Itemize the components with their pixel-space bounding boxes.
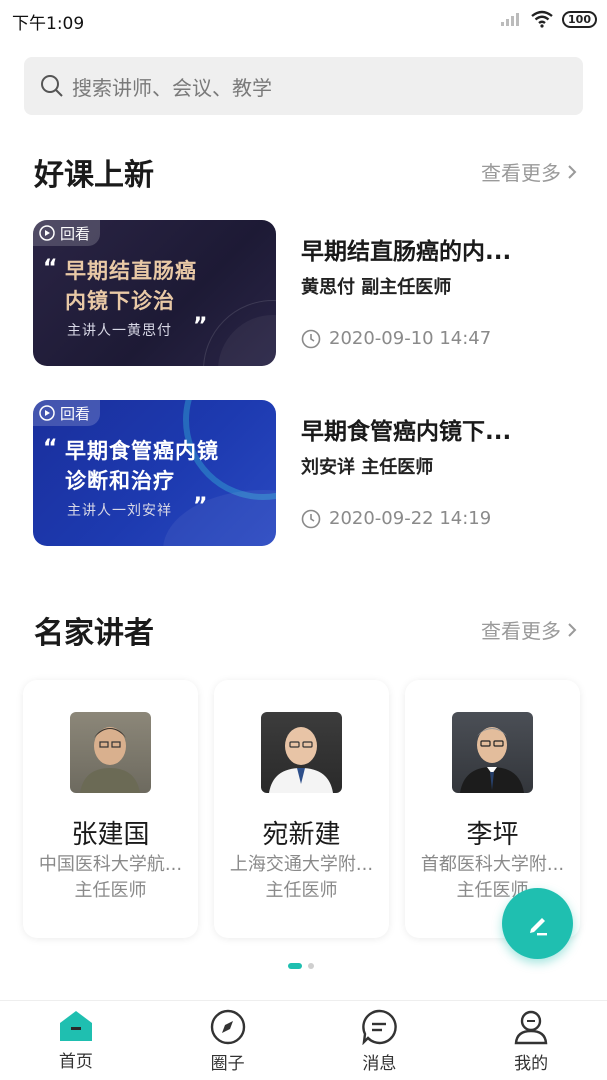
status-icons: 100	[500, 10, 597, 28]
course-card[interactable]: 回看 “ 早期食管癌内镜 诊断和治疗 主讲人一刘安祥 ” 早期食管癌内镜下...…	[33, 400, 583, 546]
course-time: 2020-09-10 14:47	[301, 328, 491, 349]
thumbnail-title: 早期食管癌内镜 诊断和治疗	[65, 436, 219, 496]
status-time: 下午1:09	[12, 14, 85, 34]
course-teacher: 黄思付 副主任医师	[301, 277, 452, 298]
section-title-new-courses: 好课上新	[34, 158, 154, 193]
search-input[interactable]: 搜索讲师、会议、教学	[24, 57, 583, 115]
see-more-courses-button[interactable]: 查看更多	[481, 157, 577, 186]
nav-label-circle: 圈子	[210, 1054, 245, 1074]
wifi-icon	[531, 10, 553, 28]
nav-item-circle[interactable]: 圈子	[152, 1001, 304, 1080]
quote-close-icon: ”	[193, 314, 208, 339]
play-icon	[39, 405, 55, 421]
chevron-right-icon	[568, 622, 577, 637]
search-icon	[41, 75, 63, 97]
course-thumbnail: 回看 “ 早期结直肠癌 内镜下诊治 主讲人一黄思付 ”	[33, 220, 276, 366]
clock-icon	[301, 509, 321, 528]
course-teacher: 刘安详 主任医师	[301, 457, 434, 478]
signal-icon	[501, 13, 520, 26]
expert-name: 张建国	[71, 820, 150, 850]
course-title: 早期结直肠癌的内...	[301, 239, 512, 265]
nav-label-messages: 消息	[362, 1054, 397, 1074]
chevron-right-icon	[568, 164, 577, 179]
bottom-navigation: 首页 圈子 消息 我的	[0, 1000, 607, 1080]
expert-organization: 首都医科大学附...	[420, 854, 565, 875]
avatar-photo	[460, 727, 524, 793]
avatar	[452, 712, 533, 793]
play-icon	[39, 225, 55, 241]
course-time-text: 2020-09-22 14:19	[329, 508, 492, 529]
quote-close-icon: ”	[193, 494, 208, 519]
home-icon	[59, 1011, 92, 1041]
status-bar: 下午1:09 100	[0, 0, 607, 40]
nav-item-messages[interactable]: 消息	[304, 1001, 456, 1080]
decoration	[163, 490, 276, 546]
nav-label-home: 首页	[58, 1052, 93, 1072]
replay-badge: 回看	[33, 220, 101, 246]
thumbnail-speaker: 主讲人一刘安祥	[67, 503, 172, 519]
expert-title: 主任医师	[265, 880, 338, 901]
quote-open-icon: “	[43, 436, 58, 461]
expert-name: 李坪	[466, 820, 519, 850]
carousel-dot-active[interactable]	[288, 963, 302, 969]
chat-icon	[362, 1009, 398, 1045]
carousel-dot[interactable]	[308, 963, 314, 969]
clock-icon	[301, 329, 321, 348]
edit-icon	[529, 917, 547, 935]
replay-label: 回看	[60, 404, 91, 423]
thumbnail-title-line2: 内镜下诊治	[65, 289, 175, 313]
nav-label-profile: 我的	[514, 1054, 549, 1074]
avatar-photo	[80, 727, 140, 793]
expert-title: 主任医师	[74, 880, 147, 901]
course-card[interactable]: 回看 “ 早期结直肠癌 内镜下诊治 主讲人一黄思付 ” 早期结直肠癌的内... …	[33, 220, 583, 366]
see-more-experts-button[interactable]: 查看更多	[481, 615, 577, 644]
thumbnail-speaker: 主讲人一黄思付	[67, 323, 172, 339]
replay-label: 回看	[60, 224, 91, 243]
expert-organization: 上海交通大学附...	[229, 854, 374, 875]
thumbnail-title: 早期结直肠癌 内镜下诊治	[65, 256, 197, 316]
battery-indicator: 100	[562, 10, 597, 28]
see-more-label: 查看更多	[481, 161, 561, 185]
thumbnail-title-line1: 早期结直肠癌	[65, 259, 197, 283]
avatar	[261, 712, 342, 793]
expert-card[interactable]: 宛新建 上海交通大学附... 主任医师	[214, 680, 389, 938]
thumbnail-title-line1: 早期食管癌内镜	[65, 439, 219, 463]
expert-card[interactable]: 张建国 中国医科大学航... 主任医师	[23, 680, 198, 938]
thumbnail-title-line2: 诊断和治疗	[65, 469, 175, 493]
expert-organization: 中国医科大学航...	[38, 854, 183, 875]
see-more-label: 查看更多	[481, 619, 561, 643]
person-icon	[514, 1010, 548, 1045]
avatar-photo	[269, 727, 333, 793]
carousel-indicator	[288, 963, 314, 969]
section-title-experts: 名家讲者	[34, 616, 154, 651]
search-placeholder: 搜索讲师、会议、教学	[72, 75, 272, 100]
compass-icon	[210, 1009, 245, 1045]
nav-item-profile[interactable]: 我的	[455, 1001, 607, 1080]
quote-open-icon: “	[43, 256, 58, 281]
course-time-text: 2020-09-10 14:47	[329, 328, 492, 349]
course-title: 早期食管癌内镜下...	[301, 419, 512, 445]
course-time: 2020-09-22 14:19	[301, 508, 491, 529]
nav-item-home[interactable]: 首页	[0, 1001, 152, 1080]
expert-name: 宛新建	[262, 820, 341, 850]
course-thumbnail: 回看 “ 早期食管癌内镜 诊断和治疗 主讲人一刘安祥 ”	[33, 400, 276, 546]
replay-badge: 回看	[33, 400, 101, 426]
avatar	[70, 712, 151, 793]
compose-button[interactable]	[502, 888, 573, 959]
